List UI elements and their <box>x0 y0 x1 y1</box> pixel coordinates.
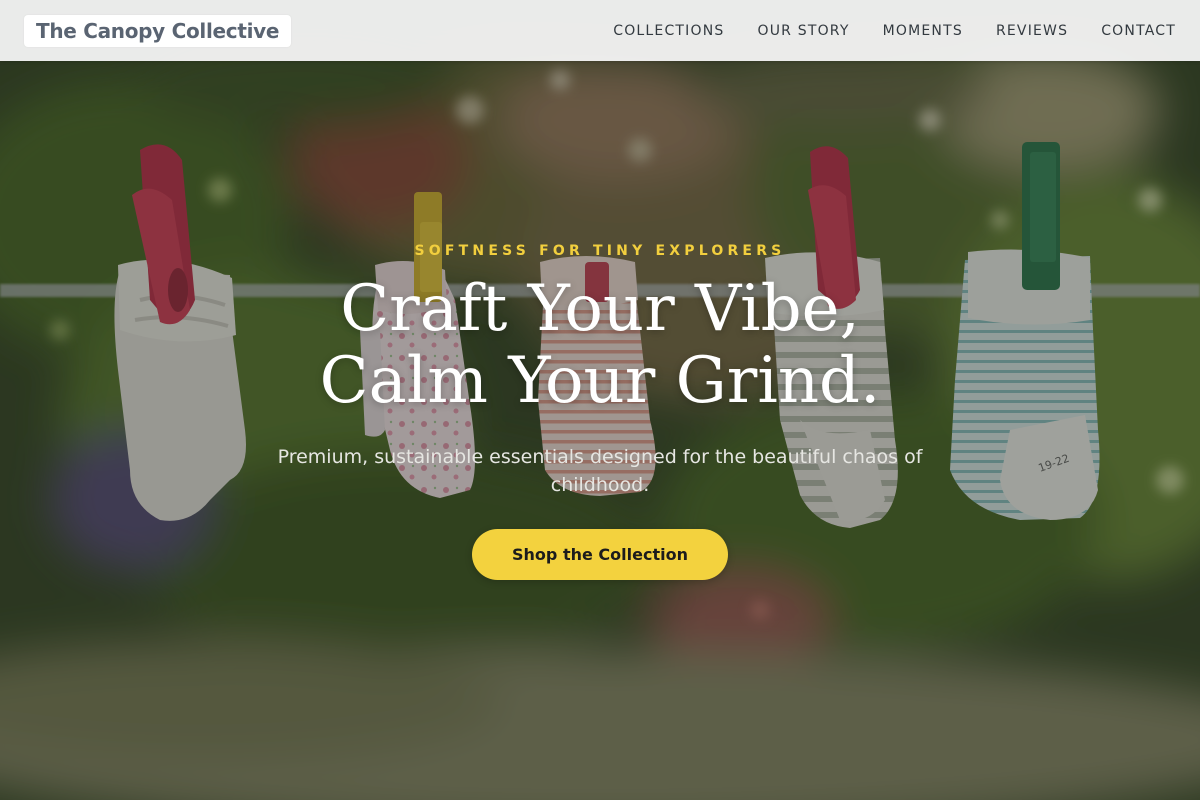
nav-link-reviews[interactable]: REVIEWS <box>996 23 1068 39</box>
brand-logo[interactable]: The Canopy Collective <box>24 14 292 47</box>
hero-headline: Craft Your Vibe, Calm Your Grind. <box>320 273 881 417</box>
hero-eyebrow: SOFTNESS FOR TINY EXPLORERS <box>414 243 786 259</box>
hero-subtext: Premium, sustainable essentials designed… <box>277 446 923 496</box>
hero-section: SOFTNESS FOR TINY EXPLORERS Craft Your V… <box>0 0 1200 800</box>
main-nav: COLLECTIONS OUR STORY MOMENTS REVIEWS CO… <box>580 23 1176 39</box>
headline-line-1: Craft Your Vibe, <box>340 272 860 346</box>
nav-link-our-story[interactable]: OUR STORY <box>758 23 850 39</box>
nav-link-collections[interactable]: COLLECTIONS <box>613 23 724 39</box>
nav-link-moments[interactable]: MOMENTS <box>883 23 963 39</box>
top-nav-bar: The Canopy Collective COLLECTIONS OUR ST… <box>0 0 1200 61</box>
headline-line-2: Calm Your Grind. <box>319 344 881 418</box>
shop-collection-button[interactable]: Shop the Collection <box>472 529 728 580</box>
landing-page: 19-22 The Canopy Collective COLLECTIONS … <box>0 0 1200 800</box>
nav-link-contact[interactable]: CONTACT <box>1101 23 1176 39</box>
